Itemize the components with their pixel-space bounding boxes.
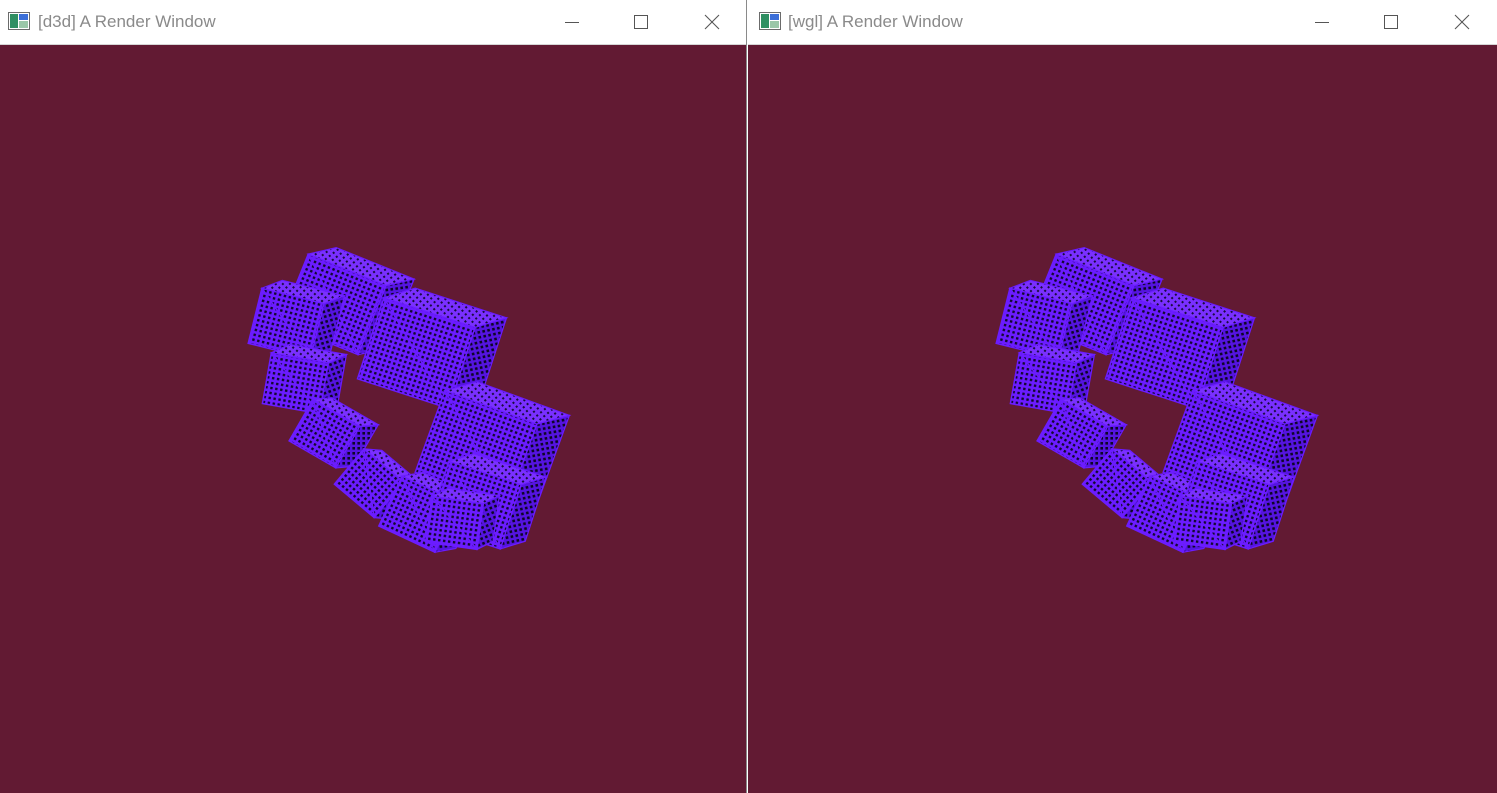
render-viewport[interactable] <box>748 45 1497 793</box>
minimize-icon <box>565 22 579 23</box>
title-bar[interactable]: [d3d] A Render Window <box>0 0 746 45</box>
maximize-button[interactable] <box>612 0 670 44</box>
cube-ring-scene <box>247 246 572 554</box>
close-icon <box>1454 14 1470 30</box>
render-window-d3d[interactable]: [d3d] A Render Window <box>0 0 747 793</box>
vtk-render-window-icon <box>759 12 781 30</box>
maximize-icon <box>1384 15 1398 29</box>
window-title: [wgl] A Render Window <box>788 12 963 31</box>
maximize-icon <box>634 15 648 29</box>
close-button[interactable] <box>1433 0 1491 44</box>
wireframe-cube <box>1172 487 1250 551</box>
minimize-button[interactable] <box>1293 0 1351 44</box>
window-title: [d3d] A Render Window <box>38 12 216 31</box>
wireframe-cube <box>424 487 502 551</box>
close-button[interactable] <box>683 0 741 44</box>
render-window-wgl[interactable]: [wgl] A Render Window <box>748 0 1497 793</box>
cube-ring-scene <box>995 246 1320 554</box>
minimize-button[interactable] <box>543 0 601 44</box>
vtk-render-window-icon <box>8 12 30 30</box>
title-bar[interactable]: [wgl] A Render Window <box>748 0 1497 45</box>
render-viewport[interactable] <box>0 45 746 793</box>
minimize-icon <box>1315 22 1329 23</box>
maximize-button[interactable] <box>1362 0 1420 44</box>
close-icon <box>704 14 720 30</box>
